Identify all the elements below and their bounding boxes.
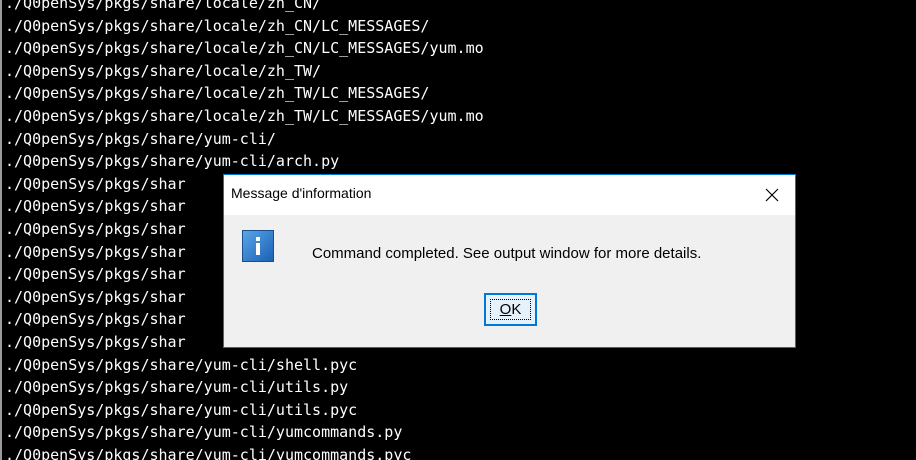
terminal-line: ./Q0penSys/pkgs/share/yum-cli/yumcommand…	[5, 423, 403, 442]
dialog-message: Command completed. See output window for…	[312, 245, 702, 262]
terminal-line: ./Q0penSys/pkgs/share/yum-cli/utils.pyc	[5, 400, 358, 419]
terminal-line: ./Q0penSys/pkgs/share/locale/zh_TW/	[5, 61, 322, 80]
window-edge	[0, 0, 2, 460]
dialog-title: Message d'information	[231, 185, 372, 201]
information-dialog: Message d'information Command completed.…	[223, 174, 796, 348]
terminal-line: ./Q0penSys/pkgs/share/locale/zh_CN/	[5, 0, 322, 12]
terminal-line: ./Q0penSys/pkgs/share/yum-cli/utils.py	[5, 378, 349, 397]
terminal-line: ./Q0penSys/pkgs/share/locale/zh_CN/LC_ME…	[5, 39, 484, 58]
terminal-line: ./Q0penSys/pkgs/share/locale/zh_TW/LC_ME…	[5, 84, 430, 103]
ok-button[interactable]: OK	[484, 293, 537, 326]
terminal-line: ./Q0penSys/pkgs/share/locale/zh_CN/LC_ME…	[5, 16, 430, 35]
close-button[interactable]	[749, 175, 795, 215]
dialog-body: Command completed. See output window for…	[224, 215, 795, 347]
ok-button-label: OK	[499, 301, 522, 318]
terminal-line: ./Q0penSys/pkgs/share/yum-cli/	[5, 129, 276, 148]
terminal-line: ./Q0penSys/pkgs/share/locale/zh_TW/LC_ME…	[5, 106, 484, 125]
terminal-line: ./Q0penSys/pkgs/share/yum-cli/shell.pyc	[5, 355, 358, 374]
close-icon	[765, 188, 779, 202]
terminal-line: ./Q0penSys/pkgs/share/yum-cli/arch.py	[5, 152, 340, 171]
dialog-titlebar[interactable]: Message d'information	[224, 175, 795, 215]
information-icon	[242, 230, 274, 262]
focus-rectangle: OK	[490, 299, 531, 320]
terminal-line: ./Q0penSys/pkgs/share/yum-cli/yumcommand…	[5, 445, 412, 460]
